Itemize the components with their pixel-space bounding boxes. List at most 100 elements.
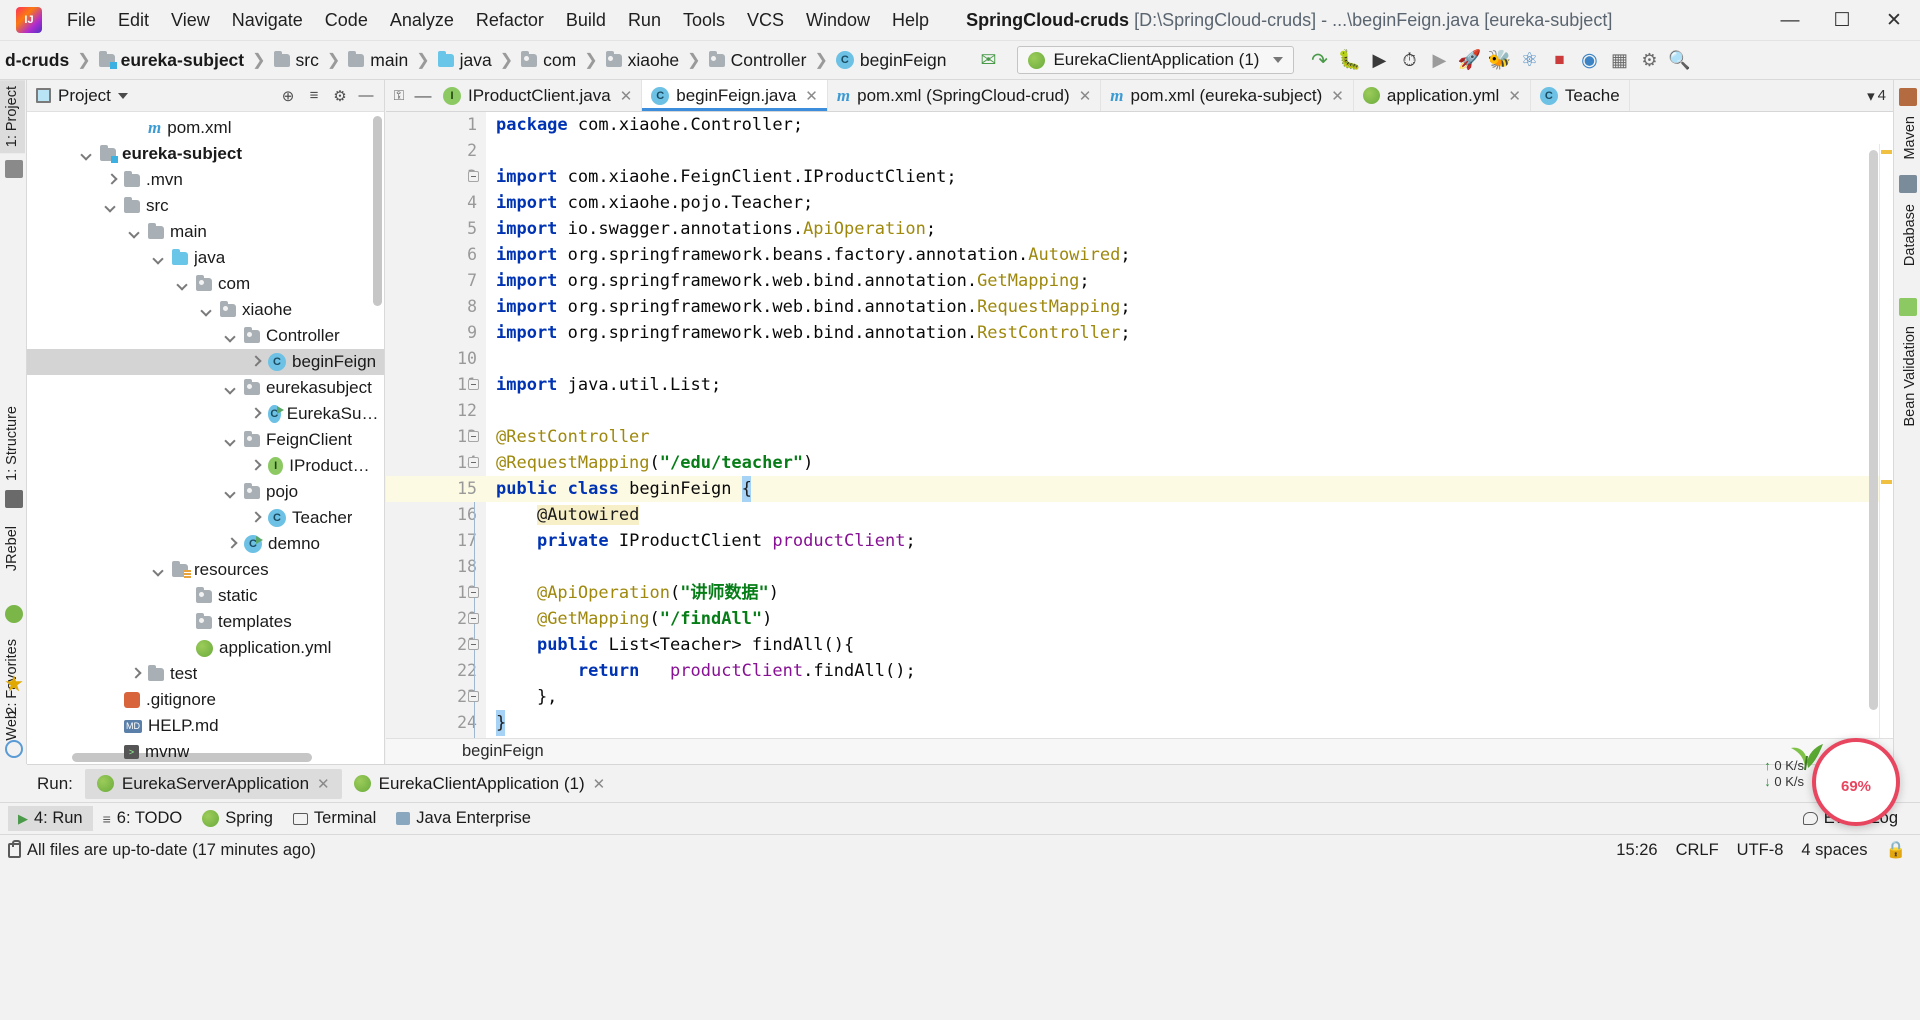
fold-toggle-icon[interactable] bbox=[468, 639, 479, 650]
commit-icon[interactable] bbox=[5, 160, 23, 178]
line-number[interactable]: 8 bbox=[386, 294, 486, 320]
menu-tools[interactable]: Tools bbox=[672, 6, 736, 35]
line-number[interactable]: 17 bbox=[386, 528, 486, 554]
menu-edit[interactable]: Edit bbox=[107, 6, 160, 35]
menu-file[interactable]: File bbox=[56, 6, 107, 35]
project-panel-title-group[interactable]: Project bbox=[27, 86, 128, 106]
code-line[interactable]: import org.springframework.beans.factory… bbox=[486, 242, 1893, 268]
tool-window-button-run[interactable]: ▶ 4: Run bbox=[8, 806, 93, 831]
tool-window-button-database[interactable]: Database bbox=[1897, 198, 1920, 272]
line-number[interactable]: 1 bbox=[386, 112, 486, 138]
tree-node-src[interactable]: src bbox=[27, 193, 384, 219]
editor-tab-pom-xml-eureka-subject-[interactable]: m pom.xml (eureka-subject) ✕ bbox=[1101, 80, 1354, 111]
code-line[interactable]: public List<Teacher> findAll(){ bbox=[486, 632, 1893, 658]
tool-window-button-jrebel[interactable]: JRebel bbox=[0, 520, 25, 577]
line-number[interactable]: 4 bbox=[386, 190, 486, 216]
chevron-down-icon[interactable] bbox=[153, 252, 166, 265]
code-line[interactable]: import java.util.List; bbox=[486, 372, 1893, 398]
menu-navigate[interactable]: Navigate bbox=[221, 6, 314, 35]
status-indent[interactable]: 4 spaces bbox=[1801, 841, 1867, 860]
chevron-right-icon[interactable] bbox=[249, 512, 262, 525]
fold-toggle-icon[interactable] bbox=[468, 379, 479, 390]
menu-window[interactable]: Window bbox=[795, 6, 881, 35]
menu-build[interactable]: Build bbox=[555, 6, 617, 35]
code-line[interactable]: } bbox=[486, 710, 1893, 736]
tree-node-test[interactable]: test bbox=[27, 661, 384, 687]
close-button[interactable]: ✕ bbox=[1868, 0, 1920, 41]
tool-window-button-java-enterprise[interactable]: Java Enterprise bbox=[386, 806, 541, 831]
tree-node--gitignore[interactable]: .gitignore bbox=[27, 687, 384, 713]
minimize-button[interactable]: — bbox=[1764, 0, 1816, 41]
fold-toggle-icon[interactable] bbox=[468, 457, 479, 468]
tree-node-pojo[interactable]: pojo bbox=[27, 479, 384, 505]
tree-node-java[interactable]: java bbox=[27, 245, 384, 271]
code-line[interactable]: @RequestMapping("/edu/teacher") bbox=[486, 450, 1893, 476]
tool-window-button-bean-validation[interactable]: Bean Validation bbox=[1897, 320, 1920, 433]
stripe-warning-marker[interactable] bbox=[1881, 150, 1892, 154]
code-line[interactable]: }, bbox=[486, 684, 1893, 710]
tree-node-eurekasubject[interactable]: eurekasubject bbox=[27, 375, 384, 401]
code-line[interactable]: return productClient.findAll(); bbox=[486, 658, 1893, 684]
tree-node-xiaohe[interactable]: xiaohe bbox=[27, 297, 384, 323]
status-lock-toggle-icon[interactable]: 🔒 bbox=[1885, 841, 1906, 860]
chevron-down-icon[interactable] bbox=[225, 486, 238, 499]
chevron-down-icon[interactable] bbox=[177, 278, 190, 291]
close-icon[interactable]: ✕ bbox=[1079, 87, 1092, 105]
tree-node-eurekasubjectap[interactable]: CEurekaSubjectAp bbox=[27, 401, 384, 427]
line-number[interactable]: 10 bbox=[386, 346, 486, 372]
code-line[interactable]: package com.xiaohe.Controller; bbox=[486, 112, 1893, 138]
locate-icon[interactable]: ⊕ bbox=[276, 84, 300, 108]
breadcrumb-item-project[interactable]: d-cruds bbox=[0, 48, 74, 73]
menu-view[interactable]: View bbox=[160, 6, 221, 35]
tree-node-templates[interactable]: templates bbox=[27, 609, 384, 635]
editor-vertical-scrollbar[interactable] bbox=[1869, 150, 1878, 710]
rerun-icon[interactable]: ↷ bbox=[1304, 45, 1334, 75]
menu-help[interactable]: Help bbox=[881, 6, 940, 35]
breadcrumb-item-src[interactable]: src bbox=[269, 48, 324, 73]
breadcrumb-item-class[interactable]: C beginFeign bbox=[831, 48, 952, 73]
menu-run[interactable]: Run bbox=[617, 6, 672, 35]
close-icon[interactable]: ✕ bbox=[805, 87, 818, 105]
breadcrumb-item-main[interactable]: main bbox=[343, 48, 413, 73]
chevron-down-icon[interactable] bbox=[225, 434, 238, 447]
chevron-right-icon[interactable] bbox=[105, 174, 118, 187]
editor-tab-teache[interactable]: C Teache bbox=[1530, 80, 1630, 111]
breadcrumb-item-controller[interactable]: Controller bbox=[704, 48, 812, 73]
code-content[interactable]: package com.xiaohe.Controller; import co… bbox=[486, 112, 1893, 764]
editor-tab-iproductclient-java[interactable]: I IProductClient.java ✕ bbox=[434, 80, 643, 111]
editor-tab-application-yml[interactable]: application.yml ✕ bbox=[1353, 80, 1531, 111]
breadcrumb-item-module[interactable]: eureka-subject bbox=[94, 48, 250, 73]
run-icon[interactable]: ▶ bbox=[1424, 45, 1454, 75]
tree-node-com[interactable]: com bbox=[27, 271, 384, 297]
tool-window-button-structure[interactable]: 1: Structure bbox=[0, 400, 25, 487]
tree-node-eureka-subject[interactable]: eureka-subject bbox=[27, 141, 384, 167]
tool-window-button-project[interactable]: 1: Project bbox=[0, 80, 25, 154]
error-stripe[interactable] bbox=[1879, 144, 1893, 764]
run-tab-eureka-client[interactable]: EurekaClientApplication (1) ✕ bbox=[342, 769, 618, 799]
web-globe-icon[interactable] bbox=[5, 740, 23, 758]
chevron-down-icon[interactable] bbox=[225, 382, 238, 395]
update-application-icon[interactable]: ⚛ bbox=[1514, 45, 1544, 75]
tool-window-button-spring[interactable]: Spring bbox=[192, 806, 283, 831]
collapse-all-icon[interactable]: ≡ bbox=[302, 84, 326, 108]
fold-toggle-icon[interactable] bbox=[468, 613, 479, 624]
stop-icon[interactable]: ■ bbox=[1544, 45, 1574, 75]
chevron-down-icon[interactable] bbox=[81, 148, 94, 161]
profile-icon[interactable]: ⏱ bbox=[1394, 45, 1424, 75]
favorites-grid-icon[interactable] bbox=[5, 490, 23, 508]
code-line[interactable]: import io.swagger.annotations.ApiOperati… bbox=[486, 216, 1893, 242]
chevron-down-icon[interactable] bbox=[117, 92, 128, 99]
tree-node-application-yml[interactable]: application.yml bbox=[27, 635, 384, 661]
code-line[interactable] bbox=[486, 346, 1893, 372]
line-number[interactable]: 9 bbox=[386, 320, 486, 346]
chevron-right-icon[interactable] bbox=[129, 668, 142, 681]
code-line[interactable] bbox=[486, 554, 1893, 580]
line-number[interactable]: 18 bbox=[386, 554, 486, 580]
editor-tab-pom-xml-springcloud-crud-[interactable]: m pom.xml (SpringCloud-crud) ✕ bbox=[827, 80, 1102, 111]
close-icon[interactable]: ✕ bbox=[1331, 87, 1344, 105]
line-number[interactable]: 2 bbox=[386, 138, 486, 164]
stripe-warning-marker[interactable] bbox=[1881, 480, 1892, 484]
code-line[interactable]: import com.xiaohe.pojo.Teacher; bbox=[486, 190, 1893, 216]
project-tree[interactable]: m pom.xml eureka-subject .mvn src main java com… bbox=[27, 112, 384, 764]
close-icon[interactable]: ✕ bbox=[317, 775, 330, 793]
